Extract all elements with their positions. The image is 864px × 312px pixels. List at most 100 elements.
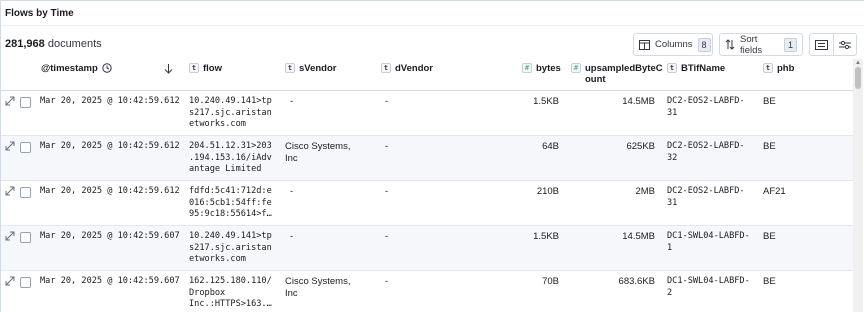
- cell-phb: BE: [763, 231, 776, 242]
- table-row[interactable]: Mar 20, 2025 @ 10:42:59.607 162.125.180.1…: [1, 271, 853, 312]
- type-text-icon: t: [667, 63, 677, 73]
- cell-line: Inc: [285, 152, 298, 164]
- cell-upsampled-byte-count: 625KB: [626, 141, 655, 152]
- type-text-icon: t: [763, 63, 773, 73]
- row-checkbox[interactable]: [20, 142, 31, 153]
- column-header-label: @timestamp: [41, 63, 98, 74]
- type-text-icon: t: [381, 63, 391, 73]
- row-checkbox[interactable]: [20, 187, 31, 198]
- scrollbar-thumb[interactable]: [855, 67, 861, 89]
- density-icon[interactable]: [810, 34, 834, 55]
- table-header: @timestamp t flow t sVendor t dVendor # …: [1, 59, 853, 91]
- cell-line: -: [290, 231, 294, 242]
- cell-svendor: -: [290, 186, 293, 198]
- expand-icon[interactable]: [5, 96, 15, 109]
- column-header-label-line: upsampledByteC: [585, 63, 663, 74]
- cell-phb: BE: [763, 141, 776, 152]
- expand-icon[interactable]: [5, 141, 15, 154]
- column-header-dvendor[interactable]: t dVendor: [381, 63, 433, 74]
- column-header-label-line: ount: [585, 74, 606, 85]
- cell-svendor: -: [290, 96, 293, 108]
- cell-flow: 204.51.12.31>203.194.153.16/iAdv antage L…: [189, 141, 272, 176]
- cell-flow: 10.240.49.141>tp s217.sjc.aristan etworks.…: [189, 231, 272, 266]
- cell-line: DC2-EOS2-LABFD-: [667, 186, 745, 196]
- clock-icon: [102, 63, 112, 73]
- column-header-bytes[interactable]: # bytes: [522, 63, 561, 74]
- sort-fields-button[interactable]: Sort fields 1: [719, 33, 803, 56]
- table-row[interactable]: Mar 20, 2025 @ 10:42:59.612 204.51.12.31>…: [1, 136, 853, 181]
- type-number-icon: #: [571, 63, 581, 73]
- discover-panel: Flows by Time 281,968 documents Columns …: [0, 0, 864, 312]
- table-row[interactable]: Mar 20, 2025 @ 10:42:59.607 10.240.49.141…: [1, 226, 853, 271]
- cell-line: s217.sjc.aristan: [189, 242, 272, 253]
- cell-btifname: DC2-EOS2-LABFD- 31: [667, 96, 745, 119]
- cell-line: DC1-SWL04-LABFD-: [667, 231, 750, 241]
- cell-line: -: [290, 96, 294, 107]
- cell-svendor: Cisco Systems, Inc: [285, 276, 350, 299]
- column-header-label: sVendor: [299, 63, 337, 74]
- cell-phb: BE: [763, 96, 776, 107]
- cell-line: antage Limited: [189, 164, 262, 174]
- columns-button[interactable]: Columns 8: [633, 33, 713, 56]
- cell-btifname: DC2-EOS2-LABFD- 32: [667, 141, 745, 164]
- cell-flow: 10.240.49.141>tp s217.sjc.aristan etworks.…: [189, 96, 272, 131]
- expand-icon[interactable]: [5, 186, 15, 199]
- cell-btifname: DC1-SWL04-LABFD- 1: [667, 231, 750, 254]
- table-row[interactable]: Mar 20, 2025 @ 10:42:59.612 10.240.49.141…: [1, 91, 853, 136]
- cell-dvendor: -: [385, 186, 389, 197]
- cell-line: 204.51.12.31>203: [189, 141, 272, 151]
- cell-svendor: -: [290, 231, 293, 243]
- sort-fields-icon: [725, 39, 735, 50]
- column-header-timestamp[interactable]: @timestamp: [41, 63, 112, 74]
- settings-icon[interactable]: [834, 34, 857, 55]
- cell-timestamp: Mar 20, 2025 @ 10:42:59.612: [40, 186, 180, 196]
- cell-line: 31: [667, 197, 678, 208]
- cell-btifname: DC1-SWL04-LABFD- 2: [667, 276, 750, 299]
- cell-flow: fdfd:5c41:712d:e 016:5cb1:54ff:fe 95:9c18:…: [189, 186, 272, 221]
- scroll-up-icon[interactable]: ▲: [855, 60, 861, 66]
- panel-title: Flows by Time: [5, 8, 74, 19]
- cell-dvendor: -: [385, 276, 389, 287]
- column-header-phb[interactable]: t phb: [763, 63, 794, 74]
- row-checkbox[interactable]: [20, 97, 31, 108]
- columns-count-badge: 8: [697, 37, 711, 52]
- cell-upsampled-byte-count: 2MB: [635, 186, 655, 197]
- expand-icon[interactable]: [5, 276, 15, 289]
- column-header-label: phb: [777, 63, 795, 74]
- cell-dvendor: -: [385, 231, 389, 242]
- cell-upsampled-byte-count: 14.5MB: [622, 96, 655, 107]
- cell-line: DC2-EOS2-LABFD-: [667, 96, 745, 106]
- row-checkbox[interactable]: [20, 277, 31, 288]
- cell-line: 32: [667, 152, 678, 163]
- type-text-icon: t: [285, 63, 295, 73]
- cell-line: DC2-EOS2-LABFD-: [667, 141, 745, 151]
- vertical-scrollbar[interactable]: ▲: [853, 59, 863, 312]
- column-header-label: BTifName: [681, 63, 726, 74]
- column-header-label: upsampledByteC ount: [585, 63, 663, 85]
- table-row[interactable]: Mar 20, 2025 @ 10:42:59.612 fdfd:5c41:712…: [1, 181, 853, 226]
- column-header-flow[interactable]: t flow: [189, 63, 222, 74]
- row-checkbox[interactable]: [20, 232, 31, 243]
- cell-line: fdfd:5c41:712d:e: [189, 186, 272, 196]
- column-header-upsampled[interactable]: # upsampledByteC ount: [571, 63, 663, 85]
- column-header-btifname[interactable]: t BTifName: [667, 63, 725, 74]
- cell-timestamp: Mar 20, 2025 @ 10:42:59.607: [40, 276, 180, 286]
- cell-line: Cisco Systems,: [285, 141, 351, 152]
- cell-bytes: 70B: [542, 276, 559, 287]
- cell-line: Inc: [285, 287, 298, 299]
- cell-timestamp: Mar 20, 2025 @ 10:42:59.607: [40, 231, 180, 241]
- cell-timestamp: Mar 20, 2025 @ 10:42:59.612: [40, 141, 180, 151]
- cell-flow: 162.125.180.110/Dropbox Inc.:HTTPS>163.…: [189, 276, 272, 311]
- expand-icon[interactable]: [5, 231, 15, 244]
- document-count-label: documents: [47, 38, 102, 50]
- cell-bytes: 210B: [536, 186, 559, 197]
- sort-fields-label: Sort fields: [740, 33, 763, 56]
- column-header-svendor[interactable]: t sVendor: [285, 63, 337, 74]
- cell-upsampled-byte-count: 14.5MB: [622, 231, 655, 242]
- cell-phb: AF21: [763, 186, 786, 197]
- cell-line: 95:9c18:55614>f…: [189, 209, 272, 219]
- sort-arrow-down-icon[interactable]: [164, 63, 173, 74]
- cell-line: 10.240.49.141>tp: [189, 231, 272, 241]
- cell-upsampled-byte-count: 683.6KB: [618, 276, 655, 287]
- cell-btifname: DC2-EOS2-LABFD- 31: [667, 186, 745, 209]
